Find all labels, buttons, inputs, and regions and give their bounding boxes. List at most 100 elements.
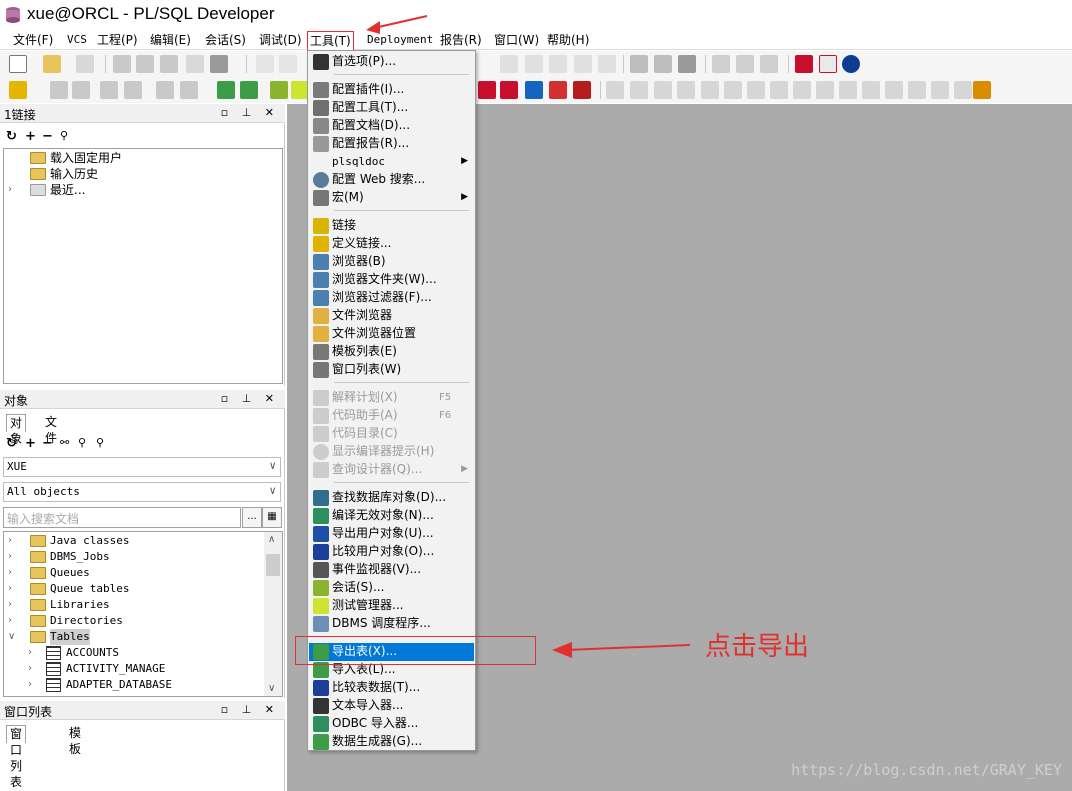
menu-tools[interactable]: 工具(T) [307, 31, 354, 52]
menu-item-compare-table-data[interactable]: 比较表数据(T)... [309, 679, 474, 697]
tree-item-directories[interactable]: › Directories [8, 613, 258, 629]
object-filter-select[interactable]: All objects ∨ [3, 482, 281, 502]
tree-item-java-classes[interactable]: › Java classes [8, 533, 258, 549]
menu-help[interactable]: 帮助(H) [547, 32, 589, 49]
unindent-icon[interactable] [549, 55, 567, 73]
refresh-icon[interactable]: ↻ [6, 129, 17, 144]
desktop3-icon[interactable] [678, 55, 696, 73]
print-setup-icon[interactable] [210, 55, 228, 73]
break-icon[interactable] [72, 81, 90, 99]
db-export-icon[interactable] [217, 81, 235, 99]
menu-item-config-docs[interactable]: 配置文档(D)... [309, 117, 474, 135]
tree-item-fixed-users[interactable]: 载入固定用户 [8, 150, 208, 166]
menu-item-dbms-scheduler[interactable]: DBMS 调度程序... [309, 615, 474, 633]
object-search-input[interactable]: 输入搜索文档 [3, 507, 241, 528]
menu-item-browser[interactable]: 浏览器(B) [309, 253, 474, 271]
menu-deployment[interactable]: Deployment [367, 32, 433, 49]
menu-item-code-assistant[interactable]: 代码助手(A) F6 [309, 407, 474, 425]
menu-item-code-contents[interactable]: 代码目录(C) [309, 425, 474, 443]
menu-item-compiler-hints[interactable]: 显示编译器提示(H) [309, 443, 474, 461]
menu-item-explain-plan[interactable]: 解释计划(X) F5 [309, 389, 474, 407]
nav1-icon[interactable] [606, 81, 624, 99]
add-icon[interactable]: + [25, 129, 36, 144]
commit-icon[interactable] [100, 81, 118, 99]
remove-icon[interactable]: − [42, 436, 53, 451]
unknown-tool2-icon[interactable] [500, 81, 518, 99]
find-icon[interactable] [500, 55, 518, 73]
menu-item-compare-user-objects[interactable]: 比较用户对象(O)... [309, 543, 474, 561]
db-session-icon[interactable] [180, 81, 198, 99]
cascade-icon[interactable] [712, 55, 730, 73]
arrow-right-blue-icon[interactable] [525, 81, 543, 99]
tree-item-queues[interactable]: › Queues [8, 565, 258, 581]
object-tree-scrollbar[interactable]: ∧ ∨ [264, 532, 282, 696]
tab-objects[interactable]: 对象 [6, 414, 27, 446]
menu-item-compile-invalid[interactable]: 编译无效对象(N)... [309, 507, 474, 525]
desktop-icon[interactable] [630, 55, 648, 73]
tree-item-recent[interactable]: › 最近... [8, 182, 208, 198]
menu-item-find-db-objects[interactable]: 查找数据库对象(D)... [309, 489, 474, 507]
menu-item-macro[interactable]: 宏(M) ▶ [309, 189, 474, 207]
menu-window[interactable]: 窗口(W) [494, 32, 539, 49]
tree-item-dbms-jobs[interactable]: › DBMS_Jobs [8, 549, 258, 565]
undo-icon[interactable] [256, 55, 274, 73]
menu-session[interactable]: 会话(S) [205, 32, 246, 49]
nav9-icon[interactable] [793, 81, 811, 99]
comment-icon[interactable] [574, 55, 592, 73]
redo-icon[interactable] [279, 55, 297, 73]
menu-file[interactable]: 文件(F) [13, 32, 53, 49]
menu-item-config-tools[interactable]: 配置工具(T)... [309, 99, 474, 117]
menu-debug[interactable]: 调试(D) [259, 32, 302, 49]
nav3-icon[interactable] [654, 81, 672, 99]
menu-item-plsqldoc[interactable]: plsqldoc ▶ [309, 153, 474, 171]
open-folder-icon[interactable] [43, 55, 61, 73]
tree-item-accounts[interactable]: › ACCOUNTS [28, 645, 258, 661]
menu-item-sessions[interactable]: 会话(S)... [309, 579, 474, 597]
tree-item-libraries[interactable]: › Libraries [8, 597, 258, 613]
user-select[interactable]: XUE ∨ [3, 457, 281, 477]
menu-item-config-reports[interactable]: 配置报告(R)... [309, 135, 474, 153]
menu-item-file-browser-locations[interactable]: 文件浏览器位置 [309, 325, 474, 343]
key-icon[interactable] [9, 81, 27, 99]
menu-item-data-generator[interactable]: 数据生成器(G)... [309, 733, 474, 751]
binoculars-icon[interactable]: ⚯ [60, 436, 69, 449]
nav16-icon[interactable] [954, 81, 972, 99]
copy-window-icon[interactable] [160, 55, 178, 73]
rollback-icon[interactable] [124, 81, 142, 99]
menu-item-template-list[interactable]: 模板列表(E) [309, 343, 474, 361]
desktop2-icon[interactable] [654, 55, 672, 73]
menu-item-browser-filters[interactable]: 浏览器过滤器(F)... [309, 289, 474, 307]
nav2-icon[interactable] [630, 81, 648, 99]
search-doc-button[interactable]: ▦ [262, 507, 282, 528]
tools-icon[interactable] [270, 81, 288, 99]
unknown-tool-icon[interactable] [478, 81, 496, 99]
nav6-icon[interactable] [724, 81, 742, 99]
nav11-icon[interactable] [839, 81, 857, 99]
menu-item-web-search[interactable]: 配置 Web 搜索... [309, 171, 474, 189]
menu-item-file-browser[interactable]: 文件浏览器 [309, 307, 474, 325]
new-file-icon[interactable] [9, 55, 27, 73]
print-preview-icon[interactable] [186, 55, 204, 73]
menu-item-event-monitor[interactable]: 事件监视器(V)... [309, 561, 474, 579]
menu-item-define-links[interactable]: 定义链接... [309, 235, 474, 253]
menu-edit[interactable]: 编辑(E) [150, 32, 191, 49]
db-import-icon[interactable] [240, 81, 258, 99]
car-icon[interactable] [573, 81, 591, 99]
tag-icon[interactable]: ⚲ [96, 436, 104, 449]
nav8-icon[interactable] [770, 81, 788, 99]
menu-item-test-manager[interactable]: 测试管理器... [309, 597, 474, 615]
filter-icon[interactable]: ⚲ [78, 436, 86, 449]
indent-icon[interactable] [525, 55, 543, 73]
menu-item-text-importer[interactable]: 文本导入器... [309, 697, 474, 715]
nav7-icon[interactable] [747, 81, 765, 99]
menu-vcs[interactable]: VCS [67, 32, 87, 49]
tree-item-input-history[interactable]: 输入历史 [8, 166, 208, 182]
expand-arrow-icon[interactable]: › [8, 182, 18, 198]
tree-item-queue-tables[interactable]: › Queue tables [8, 581, 258, 597]
tree-item-tables[interactable]: ∨ Tables [8, 629, 258, 645]
tab-files[interactable]: 文件 [42, 414, 60, 445]
save-icon[interactable] [113, 55, 131, 73]
menu-item-window-list[interactable]: 窗口列表(W) [309, 361, 474, 379]
oracle-icon[interactable] [795, 55, 813, 73]
save-all-icon[interactable] [136, 55, 154, 73]
